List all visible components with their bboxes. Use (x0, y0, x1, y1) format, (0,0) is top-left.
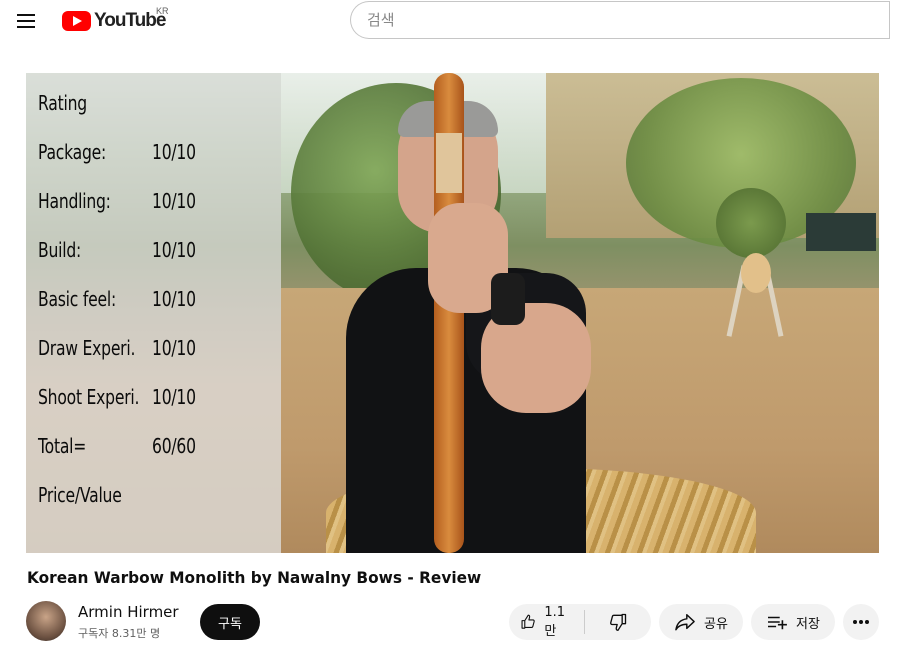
rating-score: 10/10 (152, 336, 196, 360)
video-title: Korean Warbow Monolith by Nawalny Bows -… (27, 568, 482, 587)
subscriber-count: 구독자 8.31만 명 (78, 627, 161, 640)
rating-label: Total= (38, 434, 87, 458)
share-button[interactable]: 공유 (659, 604, 743, 640)
youtube-logo[interactable]: YouTube (62, 10, 166, 32)
share-label: 공유 (704, 616, 728, 632)
thumbs-up-icon (521, 614, 535, 629)
avatar[interactable] (26, 601, 66, 641)
menu-icon[interactable] (14, 9, 38, 33)
youtube-logo-icon (62, 11, 91, 31)
rating-score: 10/10 (152, 287, 196, 311)
video-player[interactable]: Rating Package: 10/10 Handling: 10/10 Bu… (26, 73, 879, 553)
like-count: 1.1만 (544, 605, 566, 639)
rating-score: 10/10 (152, 385, 196, 409)
rating-label: Basic feel: (38, 287, 116, 311)
region-code: KR (156, 6, 169, 16)
masthead: YouTube KR (0, 0, 898, 42)
rating-label: Shoot Experi. (38, 385, 140, 409)
save-button[interactable]: 저장 (751, 604, 835, 640)
rating-score: 10/10 (152, 189, 196, 213)
rating-heading: Rating (38, 91, 87, 115)
rating-label: Draw Experi. (38, 336, 136, 360)
more-actions-button[interactable] (843, 604, 879, 640)
dislike-button[interactable] (585, 604, 651, 640)
rating-score: 60/60 (152, 434, 196, 458)
rating-score: 10/10 (152, 140, 196, 164)
more-dots-icon (853, 620, 869, 624)
rating-label: Handling: (38, 189, 111, 213)
like-dislike-group: 1.1만 (509, 604, 651, 640)
like-button[interactable]: 1.1만 (509, 604, 585, 640)
thumbs-down-icon (610, 613, 627, 631)
search-input[interactable] (350, 1, 889, 39)
rating-score: 10/10 (152, 238, 196, 262)
channel-name[interactable]: Armin Hirmer (78, 603, 179, 621)
share-arrow-icon (675, 614, 695, 631)
rating-overlay: Rating Package: 10/10 Handling: 10/10 Bu… (26, 73, 281, 553)
logo-text: YouTube (94, 10, 166, 31)
subscribe-button[interactable]: 구독 (200, 604, 260, 640)
rating-label: Price/Value (38, 483, 122, 507)
add-playlist-icon (768, 616, 787, 630)
rating-label: Package: (38, 140, 107, 164)
save-label: 저장 (796, 616, 820, 632)
search-border (888, 1, 890, 39)
rating-label: Build: (38, 238, 82, 262)
